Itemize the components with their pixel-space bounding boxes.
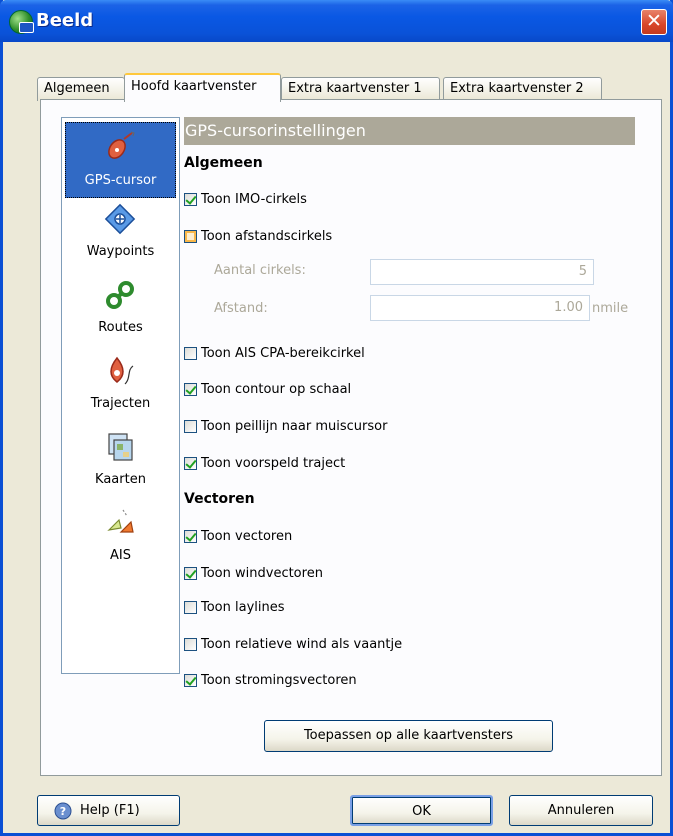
ring-distance-label: Afstand: [214,301,268,316]
nav-label-waypoints: Waypoints [86,244,155,259]
app-globe-icon [9,10,34,34]
ok-button[interactable]: OK [350,795,493,826]
waypoint-icon [104,203,136,235]
ring-count-label: Aantal cirkels: [214,263,306,278]
contour-checkbox-row[interactable]: Toon contour op schaal [184,380,351,398]
nav-label-gps-cursor: GPS-cursor [84,173,157,188]
current-vectors-checkbox[interactable] [184,673,197,687]
track-icon [110,356,134,385]
nav-label-ais: AIS [110,548,131,563]
nav-label-kaarten: Kaarten [95,472,146,487]
laylines-checkbox[interactable] [184,600,197,614]
ring-distance-input[interactable]: 1.00 [370,295,590,321]
ais-cpa-checkbox[interactable] [184,346,197,360]
svg-text:?: ? [60,805,66,818]
wind-vectors-label: Toon windvectoren [201,565,323,581]
wind-vectors-checkbox[interactable] [184,566,197,580]
contour-label: Toon contour op schaal [201,381,352,397]
nav-item-trajecten[interactable]: Trajecten [65,348,176,424]
window-title: Beeld [36,10,94,31]
nav-item-ais[interactable]: AIS [65,500,176,576]
tab-extra-kaartvenster-2[interactable]: Extra kaartvenster 2 [443,77,602,101]
group-title-general: Algemeen [184,155,263,171]
nav-label-routes: Routes [98,320,143,335]
ais-icon [107,509,134,533]
vectors-checkbox-row[interactable]: Toon vectoren [184,527,292,545]
vectors-label: Toon vectoren [201,528,293,544]
routes-icon [106,281,134,309]
title-bar[interactable]: Beeld ✕ [0,0,673,42]
category-list: GPS-cursor Waypoints Routes Trajecten Ka… [61,117,180,674]
bearing-label: Toon peillijn naar muiscursor [201,418,388,434]
nav-item-kaarten[interactable]: Kaarten [65,424,176,500]
current-vectors-label: Toon stromingsvectoren [201,672,357,688]
current-vectors-checkbox-row[interactable]: Toon stromingsvectoren [184,671,357,689]
group-title-vectors: Vectoren [184,491,255,507]
range-rings-checkbox-row[interactable]: Toon afstandscirkels [184,227,332,245]
ring-distance-unit: nmile [592,301,629,316]
tab-extra-kaartvenster-1[interactable]: Extra kaartvenster 1 [281,77,440,101]
nav-item-gps-cursor[interactable]: GPS-cursor [65,122,176,198]
wind-vectors-checkbox-row[interactable]: Toon windvectoren [184,564,323,582]
nav-label-trajecten: Trajecten [90,396,151,411]
dialog-window: Beeld ✕ Algemeen Hoofd kaartvenster Extr… [0,0,673,836]
tab-hoofd-kaartvenster[interactable]: Hoofd kaartvenster [124,73,281,102]
laylines-label: Toon laylines [201,599,285,615]
predicted-label: Toon voorspeld traject [201,455,346,471]
help-label: Help (F1) [80,803,140,818]
rel-wind-checkbox-row[interactable]: Toon relatieve wind als vaantje [184,635,402,653]
close-button[interactable]: ✕ [641,9,667,35]
tab-panel: GPS-cursor Waypoints Routes Trajecten Ka… [40,99,662,776]
ais-cpa-checkbox-row[interactable]: Toon AIS CPA-bereikcirkel [184,344,365,362]
help-icon: ? [54,802,72,820]
imo-checkbox-row[interactable]: Toon IMO-cirkels [184,190,307,208]
imo-label: Toon IMO-cirkels [201,191,307,207]
vectors-checkbox[interactable] [184,529,197,543]
rel-wind-checkbox[interactable] [184,637,197,651]
charts-icon [108,433,133,461]
ais-cpa-label: Toon AIS CPA-bereikcirkel [201,345,365,361]
rel-wind-label: Toon relatieve wind als vaantje [201,636,403,652]
tab-algemeen[interactable]: Algemeen [37,77,125,101]
bearing-checkbox[interactable] [184,419,197,433]
predicted-checkbox[interactable] [184,456,197,470]
range-rings-checkbox[interactable] [184,229,197,243]
nav-item-routes[interactable]: Routes [65,272,176,348]
nav-item-waypoints[interactable]: Waypoints [65,196,176,272]
gps-cursor-icon [108,131,135,159]
range-rings-label: Toon afstandscirkels [201,228,333,244]
imo-checkbox[interactable] [184,192,197,206]
laylines-checkbox-row[interactable]: Toon laylines [184,598,285,616]
section-title: GPS-cursorinstellingen [184,117,635,145]
cancel-button[interactable]: Annuleren [509,795,653,826]
ring-count-input[interactable]: 5 [370,259,594,285]
bearing-checkbox-row[interactable]: Toon peillijn naar muiscursor [184,417,387,435]
contour-checkbox[interactable] [184,382,197,396]
help-button[interactable]: ? Help (F1) [37,795,180,826]
predicted-checkbox-row[interactable]: Toon voorspeld traject [184,454,345,472]
apply-all-button[interactable]: Toepassen op alle kaartvensters [264,720,553,752]
